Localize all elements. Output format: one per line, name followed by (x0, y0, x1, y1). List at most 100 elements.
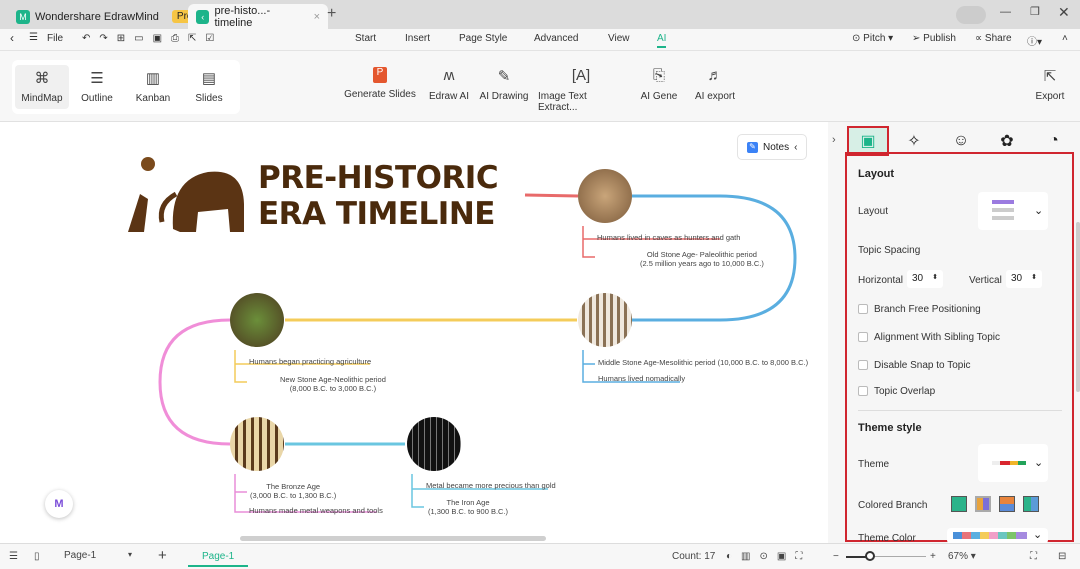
horizontal-scrollbar[interactable] (240, 536, 546, 541)
topic-iron-fact[interactable]: Metal became more precious than gold (426, 481, 556, 490)
new-tab-icon[interactable]: + (327, 5, 336, 23)
tab-ai[interactable]: AI (657, 33, 667, 48)
topic-paleo-fact[interactable]: Humans lived in caves as hunters and gat… (597, 233, 740, 242)
page-select[interactable]: Page-1 ▾ (58, 547, 138, 565)
zoom-slider[interactable] (846, 551, 926, 561)
minimize-icon[interactable]: — (1000, 6, 1011, 18)
topic-paleolithic[interactable]: Old Stone Age- Paleolithic period (2.5 mi… (640, 250, 764, 268)
horizontal-value: 30 (912, 273, 924, 284)
map-title[interactable]: PRE-HISTORIC ERA TIMELINE (258, 160, 499, 232)
tab-advanced[interactable]: Advanced (534, 33, 578, 44)
horizontal-spacing-input[interactable]: 30 ⬍ (907, 270, 943, 288)
hamburger-icon[interactable]: ☰ (29, 32, 38, 43)
topic-meso-fact[interactable]: Humans lived nomadically (598, 374, 685, 383)
branch-style-option[interactable] (951, 496, 967, 512)
bronze-age-image[interactable] (230, 417, 284, 471)
stepper-icon[interactable]: ⬍ (1031, 273, 1037, 281)
view-outline[interactable]: ☰ Outline (74, 69, 120, 104)
ai-drawing-icon: ✎ (497, 68, 511, 85)
pitch-button[interactable]: ⊙ Pitch ▾ (852, 33, 893, 44)
topic-date: (2.5 million years ago to 10,000 B.C.) (640, 259, 764, 268)
tool-label: Image Text Extract... (538, 91, 587, 113)
back-icon[interactable]: ‹ (10, 31, 14, 45)
share-button[interactable]: ∝ Share (975, 33, 1012, 44)
topic-overlap-checkbox[interactable]: Topic Overlap (858, 386, 935, 397)
zoom-level[interactable]: 67% ▾ (948, 551, 976, 562)
topic-neolithic[interactable]: New Stone Age-Neolithic period (8,000 B.C… (280, 375, 386, 393)
panel-scrollbar[interactable] (1076, 222, 1080, 392)
ai-assistant-button[interactable]: M (45, 490, 73, 518)
checkbox-label: Topic Overlap (874, 386, 936, 397)
page-panel-icon[interactable]: ▯ (34, 551, 40, 562)
paleolithic-image[interactable] (578, 169, 632, 223)
mindmap-canvas[interactable]: PRE-HISTORIC ERA TIMELINE ✎ Notes ‹ Humans… (0, 122, 828, 543)
collapse-ribbon-icon[interactable]: ˄ (1062, 33, 1068, 44)
neolithic-image[interactable] (230, 293, 284, 347)
branch-style-option[interactable] (975, 496, 991, 512)
ai-drawing-button[interactable]: ✎ AI Drawing (478, 67, 530, 102)
quick-toolbar-icons[interactable]: ↶↷⊞▭▣⎙⇱☑ (82, 33, 223, 44)
checkbox-icon (858, 304, 868, 315)
topic-bronze-age[interactable]: The Bronze Age (3,000 B.C. to 1,300 B.C.) (250, 482, 336, 500)
avatar[interactable] (956, 6, 986, 24)
vertical-spacing-input[interactable]: 30 ⬍ (1006, 270, 1042, 288)
stepper-icon[interactable]: ⬍ (932, 273, 938, 281)
branch-free-positioning-checkbox[interactable]: Branch Free Positioning (858, 304, 981, 315)
topic-neo-fact[interactable]: Humans began practicing agriculture (249, 357, 371, 366)
checkbox-icon (858, 332, 868, 343)
checkbox-icon (858, 386, 868, 397)
view-mindmap[interactable]: ⌘ MindMap (15, 65, 69, 109)
color-palette-icon (953, 532, 1027, 539)
alignment-sibling-checkbox[interactable]: Alignment With Sibling Topic (858, 332, 1000, 343)
ai-export-button[interactable]: ♬ AI export (692, 67, 738, 102)
view-kanban[interactable]: ▥ Kanban (130, 69, 176, 104)
notes-label: Notes (763, 141, 790, 153)
tab-page-style[interactable]: Page Style (459, 33, 507, 44)
close-tab-icon[interactable]: × (314, 11, 320, 23)
topic-bronze-fact[interactable]: Humans made metal weapons and tools (249, 506, 383, 515)
branch-style-option[interactable] (1023, 496, 1039, 512)
app-tab[interactable]: M Wondershare EdrawMind Pro (8, 4, 205, 29)
mesolithic-image[interactable] (578, 293, 632, 347)
theme-dropdown[interactable]: ⌄ (978, 444, 1048, 482)
fullscreen-icon[interactable]: ⛶ (1030, 551, 1037, 562)
topic-mesolithic[interactable]: Middle Stone Age-Mesolithic period (10,0… (598, 358, 808, 367)
tab-start[interactable]: Start (355, 33, 376, 44)
restore-icon[interactable]: ❐ (1030, 5, 1040, 18)
topic-iron-age[interactable]: The Iron Age (1,300 B.C. to 900 B.C.) (428, 498, 508, 516)
image-text-extract-button[interactable]: [A] Image Text Extract... (538, 67, 624, 113)
pitch-label: Pitch (863, 33, 886, 44)
branch-style-option[interactable] (999, 496, 1015, 512)
add-page-icon[interactable]: + (158, 547, 167, 564)
collapse-panel-icon[interactable]: › (832, 134, 836, 146)
topic-title: The Bronze Age (266, 482, 321, 491)
view-slides[interactable]: ▤ Slides (186, 69, 232, 104)
tool-label: Edraw AI (428, 91, 470, 102)
help-icon[interactable]: ⓘ▾ (1027, 33, 1042, 48)
iron-age-image[interactable] (407, 417, 461, 471)
page-tab[interactable]: Page-1 (188, 548, 249, 567)
publish-button[interactable]: ➢ Publish (912, 33, 956, 44)
ai-gene-button[interactable]: ⎘ AI Gene (637, 67, 681, 102)
tab-insert[interactable]: Insert (405, 33, 430, 44)
tab-view[interactable]: View (608, 33, 630, 44)
close-window-icon[interactable]: ✕ (1058, 4, 1070, 21)
title-bar: M Wondershare EdrawMind Pro ‹ pre-histo.… (0, 0, 1080, 29)
file-menu[interactable]: File (47, 33, 63, 44)
generate-slides-button[interactable]: P Generate Slides (342, 67, 418, 100)
notes-button[interactable]: ✎ Notes ‹ (737, 134, 807, 160)
zoom-out-icon[interactable]: − (833, 551, 839, 562)
edraw-ai-button[interactable]: ʍ Edraw AI (426, 67, 472, 102)
view-switcher: ⌘ MindMap ☰ Outline ▥ Kanban ▤ Slides (12, 60, 240, 114)
outline-toggle-icon[interactable]: ☰ (9, 551, 18, 562)
zoom-in-icon[interactable]: + (930, 551, 936, 562)
fit-page-icon[interactable]: ⊟ (1058, 551, 1066, 562)
theme-color-dropdown[interactable]: ⌄ (947, 528, 1048, 544)
zoom-slider-handle[interactable] (865, 551, 875, 561)
theme-preview-icon (992, 461, 1026, 465)
document-tab[interactable]: ‹ pre-histo...-timeline × (188, 4, 328, 29)
export-button[interactable]: ⇱ Export (1030, 67, 1070, 102)
disable-snap-checkbox[interactable]: Disable Snap to Topic (858, 360, 971, 371)
layout-dropdown[interactable]: ⌄ (978, 192, 1048, 230)
view-mode-icons[interactable]: ◐▥⊙▣⛶ (726, 551, 811, 562)
